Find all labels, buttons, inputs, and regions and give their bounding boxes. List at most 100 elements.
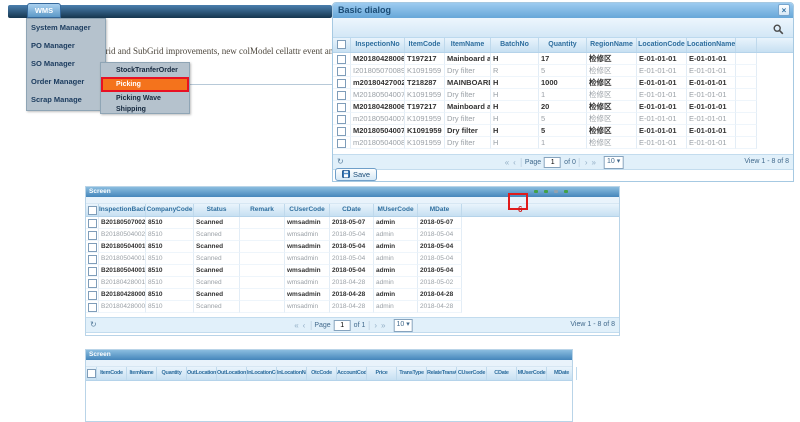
refresh-icon[interactable]: ↻: [90, 320, 97, 329]
row-checkbox[interactable]: [337, 115, 346, 124]
row-checkbox[interactable]: [337, 91, 346, 100]
menu-item-so-manager[interactable]: SO Manager: [27, 55, 105, 73]
table-row[interactable]: m201804270022T218287MAINBOARD ASSEH1000检…: [333, 77, 793, 89]
row-checkbox[interactable]: [88, 303, 97, 312]
column-header-inlocationnam[interactable]: InLocationNam: [277, 367, 307, 380]
select-all-checkbox[interactable]: [86, 367, 97, 380]
row-checkbox[interactable]: [337, 103, 346, 112]
column-header-outlocationna[interactable]: OutLocationNa: [217, 367, 247, 380]
column-header-cusercode[interactable]: CUserCode: [457, 367, 487, 380]
column-header-outlocationco[interactable]: OutLocationCo: [187, 367, 217, 380]
row-checkbox[interactable]: [337, 139, 346, 148]
menu-item-scrap-manage[interactable]: Scrap Manage: [27, 91, 105, 109]
column-header-regionname[interactable]: RegionName: [587, 38, 637, 52]
row-checkbox[interactable]: [88, 219, 97, 228]
column-header-status[interactable]: Status: [194, 204, 240, 216]
column-header-musercode[interactable]: MUserCode: [374, 204, 418, 216]
table-row[interactable]: M201804280068T197217Mainboard assemH17检修…: [333, 53, 793, 65]
column-header-inlocationcod[interactable]: InLocationCod: [247, 367, 277, 380]
column-header-itemcode[interactable]: ItemCode: [97, 367, 127, 380]
column-header-remark[interactable]: Remark: [240, 204, 285, 216]
checkbox-icon[interactable]: [87, 369, 96, 378]
table-row[interactable]: m201805040071K1091959Dry filterH5检修区E-01…: [333, 113, 793, 125]
column-header-inspectionback[interactable]: InspectionBack: [99, 204, 146, 216]
column-header-cdate[interactable]: CDate: [330, 204, 374, 216]
first-page-icon[interactable]: «: [294, 321, 298, 330]
table-row[interactable]: M201804280063T197217Mainboard assemH20检修…: [333, 101, 793, 113]
refresh-icon[interactable]: ↻: [337, 157, 344, 166]
menu-item-po-manager[interactable]: PO Manager: [27, 37, 105, 55]
column-header-transtype[interactable]: TransType: [397, 367, 427, 380]
row-checkbox[interactable]: [88, 243, 97, 252]
column-header-cdate[interactable]: CDate: [487, 367, 517, 380]
table-row[interactable]: B2018050400178510Scannedwmsadmin2018-05-…: [86, 265, 619, 277]
column-header-cusercode[interactable]: CUserCode: [285, 204, 330, 216]
last-page-icon[interactable]: »: [381, 321, 385, 330]
row-checkbox[interactable]: [337, 127, 346, 136]
table-row[interactable]: m201805040081K1091959Dry filterH1检修区E-01…: [333, 137, 793, 149]
table-row[interactable]: B2018050400188510Scannedwmsadmin2018-05-…: [86, 253, 619, 265]
next-page-icon[interactable]: ›: [585, 158, 588, 167]
last-page-icon[interactable]: »: [592, 158, 596, 167]
select-all-checkbox[interactable]: [86, 204, 99, 216]
column-header-locationname[interactable]: LocationName: [687, 38, 736, 52]
close-icon[interactable]: ×: [778, 4, 790, 16]
column-header-itemcode[interactable]: ItemCode: [405, 38, 445, 52]
page-number-input[interactable]: [544, 157, 561, 168]
table-row[interactable]: B2018042800078510Scannedwmsadmin2018-04-…: [86, 301, 619, 313]
page-size-select[interactable]: 10▾: [604, 156, 623, 169]
row-checkbox[interactable]: [88, 279, 97, 288]
page-size-select[interactable]: 10▾: [393, 319, 412, 332]
row-checkbox[interactable]: [337, 67, 346, 76]
menu-item-system-manager[interactable]: System Manager: [27, 19, 105, 37]
column-header-inspectionno[interactable]: InspectionNo: [351, 38, 405, 52]
checkbox-icon[interactable]: [337, 40, 346, 49]
column-header-quantity[interactable]: Quantity: [157, 367, 187, 380]
row-checkbox[interactable]: [88, 255, 97, 264]
page-number-input[interactable]: [334, 320, 351, 331]
column-header-price[interactable]: Price: [367, 367, 397, 380]
table-row[interactable]: B2018050400238510Scannedwmsadmin2018-05-…: [86, 229, 619, 241]
table-row[interactable]: M201805040079K1091959Dry filterH1检修区E-01…: [333, 89, 793, 101]
row-checkbox[interactable]: [337, 55, 346, 64]
menu-item-order-manager[interactable]: Order Manager: [27, 73, 105, 91]
row-checkbox[interactable]: [337, 79, 346, 88]
table-row[interactable]: M201805040075K1091959Dry filterH5检修区E-01…: [333, 125, 793, 137]
column-header-itemname[interactable]: ItemName: [445, 38, 491, 52]
row-checkbox[interactable]: [88, 291, 97, 300]
column-header-accountcode[interactable]: AccountCode: [337, 367, 367, 380]
submenu-item-picking[interactable]: Picking: [101, 77, 189, 92]
column-header-relatetransco[interactable]: RelateTransCo: [427, 367, 457, 380]
column-header-mdate[interactable]: MDate: [547, 367, 577, 380]
submenu-item-shipping[interactable]: Shipping: [101, 104, 189, 115]
table-row[interactable]: B2018042800088510Scannedwmsadmin2018-04-…: [86, 289, 619, 301]
column-header-mdate[interactable]: MDate: [418, 204, 462, 216]
prev-page-icon[interactable]: ‹: [513, 158, 516, 167]
table-row[interactable]: B2018050400198510Scannedwmsadmin2018-05-…: [86, 241, 619, 253]
window-titlebar[interactable]: Screen: [86, 350, 572, 360]
checkbox-icon[interactable]: [88, 206, 97, 215]
column-header-quantity[interactable]: Quantity: [539, 38, 587, 52]
first-page-icon[interactable]: «: [505, 158, 509, 167]
search-icon[interactable]: [773, 22, 784, 40]
column-header-otccode[interactable]: OtcCode: [307, 367, 337, 380]
row-checkbox[interactable]: [88, 267, 97, 276]
save-button[interactable]: Save: [335, 168, 377, 181]
column-header-batchno[interactable]: BatchNo: [491, 38, 539, 52]
tab-wms[interactable]: WMS: [27, 3, 61, 18]
table-row[interactable]: B2018042800118510Scannedwmsadmin2018-04-…: [86, 277, 619, 289]
select-all-checkbox[interactable]: [333, 38, 351, 52]
prev-page-icon[interactable]: ‹: [303, 321, 306, 330]
dialog-titlebar[interactable]: Basic dialog ×: [333, 3, 793, 18]
table-row[interactable]: I201805070089K1091959Dry filterR5检修区E-01…: [333, 65, 793, 77]
column-header-itemname[interactable]: ItemName: [127, 367, 157, 380]
column-header-locationcode[interactable]: LocationCode: [637, 38, 687, 52]
submenu-item-picking-wave[interactable]: Picking Wave: [101, 93, 189, 104]
row-checkbox[interactable]: [88, 231, 97, 240]
next-page-icon[interactable]: ›: [374, 321, 377, 330]
column-header-companycode[interactable]: CompanyCode: [146, 204, 194, 216]
column-header-musercode[interactable]: MUserCode: [517, 367, 547, 380]
window-titlebar[interactable]: Screen: [86, 187, 619, 197]
submenu-item-stocktranferorder[interactable]: StockTranferOrder: [101, 65, 189, 76]
table-row[interactable]: B2018050700288510Scannedwmsadmin2018-05-…: [86, 217, 619, 229]
